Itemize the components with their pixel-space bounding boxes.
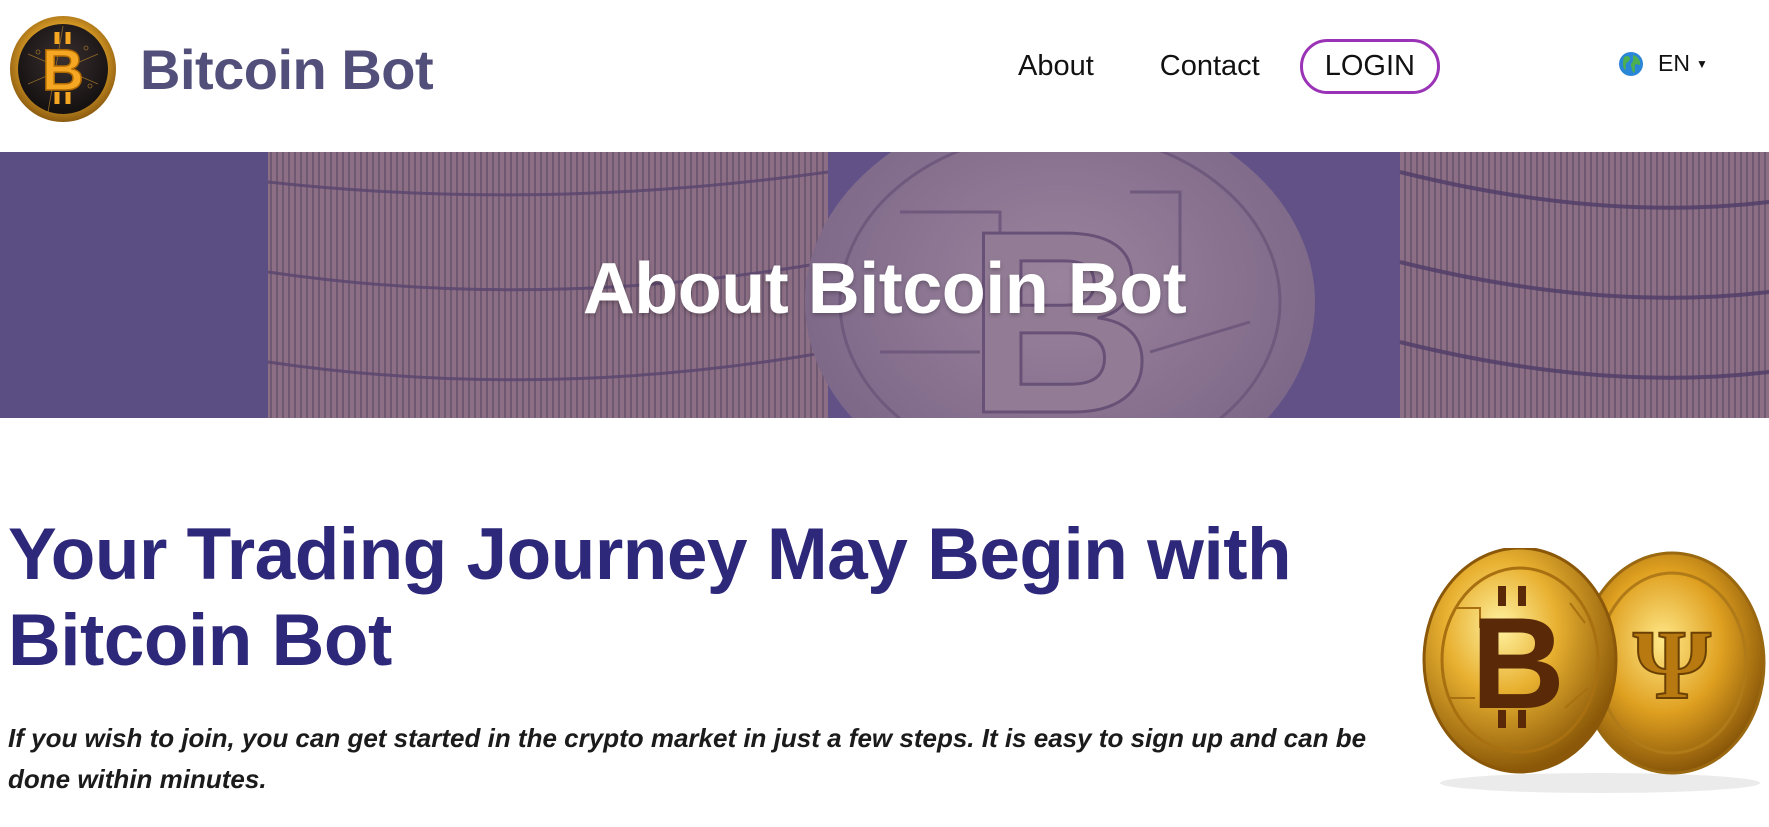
site-header: B Bitcoin Bot About Contact LOGIN EN ▼: [0, 0, 1769, 152]
nav-contact-link[interactable]: Contact: [1160, 50, 1260, 83]
main-nav: About Contact LOGIN: [1000, 36, 1440, 96]
bitcoin-logo-icon: B: [10, 16, 116, 122]
hero-title: About Bitcoin Bot: [582, 249, 1187, 329]
language-selector[interactable]: EN ▼: [1618, 50, 1708, 77]
caret-down-icon: ▼: [1695, 56, 1708, 71]
svg-text:Ψ: Ψ: [1633, 609, 1711, 720]
intro-text: If you wish to join, you can get started…: [8, 723, 1367, 794]
hero-banner: B About Bitcoin Bot: [0, 152, 1769, 418]
globe-icon: [1619, 51, 1643, 76]
section-heading: Your Trading Journey May Begin with Bitc…: [8, 514, 1292, 681]
language-label: EN: [1658, 50, 1690, 76]
login-button[interactable]: LOGIN: [1299, 38, 1440, 94]
nav-about-link[interactable]: About: [1018, 50, 1094, 83]
gold-coins-image: Ψ B: [1422, 548, 1766, 793]
svg-text:B: B: [42, 38, 84, 103]
logo-link[interactable]: B Bitcoin Bot: [8, 14, 434, 124]
brand-name: Bitcoin Bot: [140, 37, 434, 101]
